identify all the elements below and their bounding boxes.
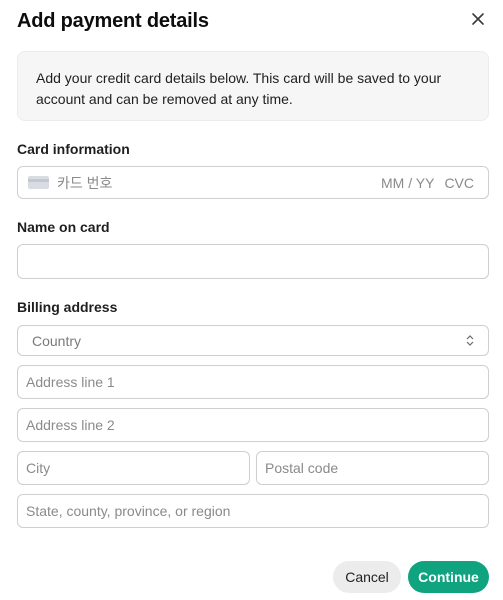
- address-line-1-field[interactable]: [17, 365, 489, 399]
- address-line-1-input[interactable]: [18, 366, 488, 398]
- country-select[interactable]: Country: [17, 325, 489, 356]
- name-on-card-label: Name on card: [17, 219, 110, 235]
- card-cvc-input[interactable]: CVC: [444, 175, 474, 191]
- state-region-input[interactable]: [18, 495, 488, 527]
- credit-card-icon: [28, 176, 49, 189]
- chevron-updown-icon: [466, 335, 474, 346]
- info-notice: Add your credit card details below. This…: [17, 51, 489, 121]
- continue-button[interactable]: Continue: [408, 561, 489, 593]
- name-on-card-input[interactable]: [18, 245, 488, 278]
- address-line-2-input[interactable]: [18, 409, 488, 441]
- card-information-field[interactable]: 카드 번호 MM / YY CVC: [17, 166, 489, 199]
- name-on-card-field[interactable]: [17, 244, 489, 279]
- payment-dialog: Add payment details Add your credit card…: [0, 0, 503, 600]
- close-icon: [471, 12, 485, 31]
- billing-address-label: Billing address: [17, 299, 118, 315]
- city-field[interactable]: [17, 451, 250, 485]
- city-input[interactable]: [18, 452, 249, 484]
- postal-code-field[interactable]: [256, 451, 489, 485]
- postal-code-input[interactable]: [257, 452, 488, 484]
- cancel-button[interactable]: Cancel: [333, 561, 401, 593]
- card-information-label: Card information: [17, 141, 130, 157]
- country-select-value: Country: [32, 332, 82, 349]
- card-expiry-input[interactable]: MM / YY: [381, 175, 434, 191]
- info-text: Add your credit card details below. This…: [36, 70, 442, 107]
- state-region-field[interactable]: [17, 494, 489, 528]
- card-number-input[interactable]: 카드 번호: [57, 173, 381, 193]
- address-line-2-field[interactable]: [17, 408, 489, 442]
- dialog-title: Add payment details: [17, 10, 209, 32]
- close-button[interactable]: [466, 9, 490, 33]
